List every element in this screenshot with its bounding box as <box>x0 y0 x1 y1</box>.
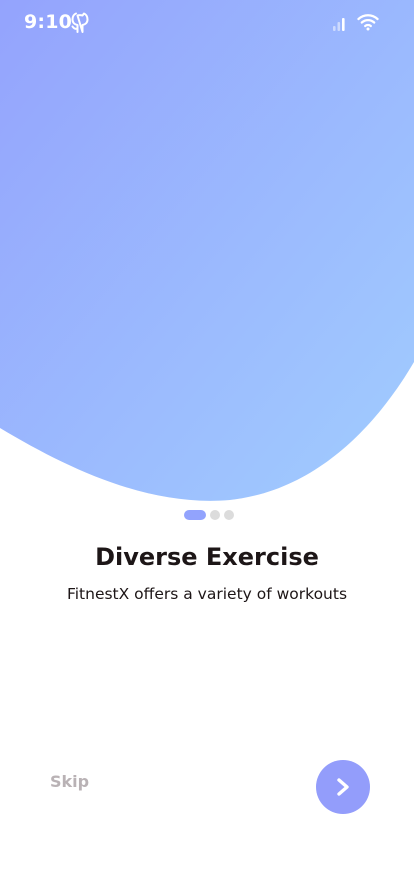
status-bar: 9:10 <box>0 0 414 46</box>
onboarding-subtitle: FitnestX offers a variety of workouts <box>66 585 348 603</box>
cellular-signal-icon <box>333 18 345 31</box>
skip-button[interactable]: Skip <box>50 772 89 791</box>
status-time: 9:10 <box>24 11 73 33</box>
chevron-right-icon <box>337 778 349 796</box>
onboarding-title: Diverse Exercise <box>95 543 319 571</box>
wifi-icon <box>357 14 379 31</box>
page-indicator <box>184 510 234 520</box>
next-button[interactable] <box>316 760 370 814</box>
page-indicator-dot-active <box>184 510 206 520</box>
page-indicator-dot <box>210 510 220 520</box>
hero-gradient-background <box>0 0 414 501</box>
github-icon <box>71 12 89 33</box>
page-indicator-dot <box>224 510 234 520</box>
